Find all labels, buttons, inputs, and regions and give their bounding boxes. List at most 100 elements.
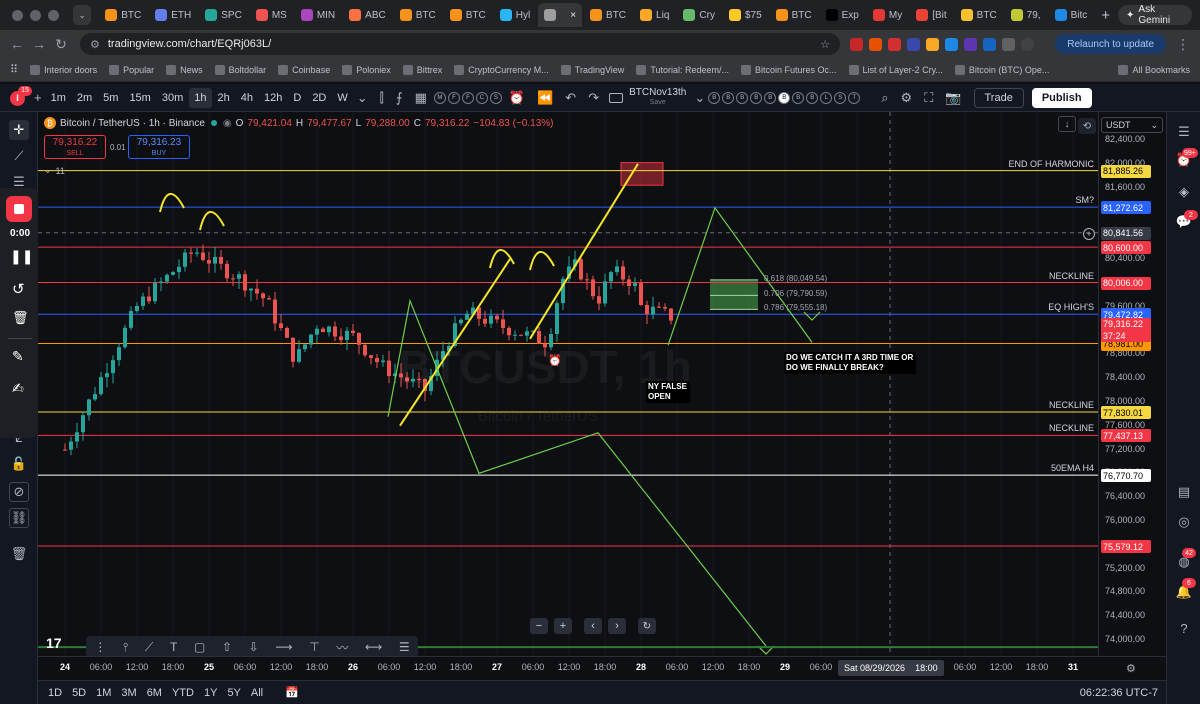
bookmark-item[interactable]: Bitcoin (BTC) Ope... (954, 64, 1049, 75)
path-icon[interactable]: ⟋ (145, 640, 153, 655)
alert-clock-icon[interactable]: ⏰ (509, 90, 525, 106)
browser-tab[interactable]: $75 (723, 3, 768, 27)
indicator-shortcut[interactable]: C (475, 91, 488, 104)
chart-settings-icon[interactable]: ⟲ (1078, 118, 1096, 134)
browser-tab[interactable]: BTC (955, 3, 1003, 27)
extension-icon[interactable] (926, 37, 939, 51)
delete-icon[interactable]: 🗑 (12, 310, 29, 326)
browser-tab[interactable]: SPC (199, 3, 248, 27)
relaunch-button[interactable]: Relaunch to update (1055, 34, 1166, 54)
hide-drawings-icon[interactable]: ⊘ (9, 482, 29, 502)
indicator-shortcut[interactable]: F (447, 91, 460, 104)
symbol-shortcut[interactable]: B (806, 91, 819, 104)
arrow-down-icon[interactable]: ⇩ (249, 640, 259, 654)
symbol-shortcut[interactable]: B (792, 91, 805, 104)
trend-line[interactable] (529, 163, 639, 340)
range-1Y[interactable]: 1Y (204, 687, 217, 699)
arc-drawing[interactable] (159, 193, 185, 213)
layers-icon[interactable]: ◈ (1174, 182, 1194, 202)
browser-tab[interactable]: 79, (1005, 3, 1047, 27)
redo-icon[interactable]: ↷ (588, 90, 599, 106)
indicators-icon[interactable]: ⨍ (396, 90, 403, 106)
browser-tab[interactable]: Exp (820, 3, 865, 27)
timeframe-4h[interactable]: 4h (236, 88, 258, 108)
browser-tab[interactable]: ETH (149, 3, 197, 27)
range-6M[interactable]: 6M (147, 687, 162, 699)
symbol-shortcut[interactable]: L (820, 91, 833, 104)
window-controls[interactable] (12, 9, 59, 21)
browser-tab[interactable]: Cry (677, 3, 721, 27)
sell-button[interactable]: 79,316.22 SELL (44, 135, 106, 159)
timeframe-1m[interactable]: 1m (46, 88, 71, 108)
reset-chart-button[interactable]: ↻ (638, 618, 656, 634)
bookmark-item[interactable]: Coinbase (278, 64, 330, 75)
more-tools-icon[interactable]: ☰ (399, 640, 410, 654)
timeframe-D[interactable]: D (288, 88, 306, 108)
watchlist-icon[interactable]: ☰ (1174, 122, 1194, 142)
symbol-shortcut[interactable]: B (764, 91, 777, 104)
reload-icon[interactable]: ↻ (50, 36, 72, 53)
arc-drawing[interactable] (199, 211, 225, 231)
bookmark-star-icon[interactable]: ☆ (820, 38, 830, 51)
extension-icon[interactable] (888, 37, 901, 51)
browser-tab[interactable]: My (867, 3, 908, 27)
close-icon[interactable]: × (570, 10, 576, 21)
scroll-left-button[interactable]: ‹ (584, 618, 602, 634)
horizontal-ray-icon[interactable]: ⟶ (275, 640, 292, 654)
symbol-shortcut[interactable]: B (778, 91, 791, 104)
alerts-icon[interactable]: ⏰ 99+ (1174, 148, 1198, 170)
extension-icon[interactable] (869, 37, 882, 51)
apps-grid-icon[interactable]: ⠿ (10, 63, 18, 76)
bookmark-item[interactable]: Boltdollar (214, 64, 266, 75)
help-icon[interactable]: ? (1174, 618, 1194, 638)
time-settings-icon[interactable]: ⚙ (1126, 662, 1136, 675)
cross-line-icon[interactable]: ⊤ (309, 640, 319, 654)
timeframe-2m[interactable]: 2m (72, 88, 97, 108)
puzzle-icon[interactable] (1002, 37, 1015, 51)
bookmark-item[interactable]: CryptoCurrency M... (454, 64, 549, 75)
alarm-icon[interactable]: ⏰ (548, 354, 562, 367)
arc-drawing[interactable] (529, 251, 555, 271)
ruler-icon[interactable]: ⟷ (365, 640, 382, 654)
templates-icon[interactable]: ▦ (415, 90, 427, 106)
replay-icon[interactable]: ⏪ (537, 90, 553, 106)
eye-icon[interactable]: ◉ (223, 118, 232, 129)
calendar-icon[interactable]: ▤ (1174, 482, 1194, 502)
ask-gemini-button[interactable]: ✦ Ask Gemini (1118, 4, 1192, 26)
stream-icon[interactable]: ◍ 42 (1174, 548, 1196, 572)
forward-icon[interactable]: → (28, 36, 50, 52)
notifications-icon[interactable]: 🔔 6 (1174, 578, 1196, 602)
timeframe-30m[interactable]: 30m (157, 88, 188, 108)
symbol-shortcut[interactable]: B (750, 91, 763, 104)
timeframe-2h[interactable]: 2h (213, 88, 235, 108)
bookmark-item[interactable]: Poloniex (342, 64, 391, 75)
symbol-name[interactable]: Bitcoin / TetherUS · 1h · Binance (60, 118, 205, 129)
symbol-shortcut[interactable]: B (736, 91, 749, 104)
bookmark-item[interactable]: Bitcoin Futures Oc... (741, 64, 837, 75)
chart-legend[interactable]: ₿ Bitcoin / TetherUS · 1h · Binance ◉ O7… (44, 117, 554, 129)
browser-tab[interactable]: BTC (99, 3, 147, 27)
arrow-up-icon[interactable]: ⇧ (222, 640, 232, 654)
back-icon[interactable]: ← (6, 36, 28, 52)
question-annotation[interactable]: DO WE CATCH IT A 3RD TIME OR DO WE FINAL… (784, 352, 916, 374)
undo-icon[interactable]: ↶ (565, 90, 576, 106)
quick-search-icon[interactable]: ⌕ (881, 90, 888, 106)
browser-tab[interactable]: Hyl (494, 3, 536, 27)
timeframe-2D[interactable]: 2D (307, 88, 331, 108)
timeframe-12h[interactable]: 12h (259, 88, 287, 108)
bookmark-item[interactable]: Popular (109, 64, 154, 75)
extension-icon[interactable] (964, 37, 977, 51)
indicator-shortcut[interactable]: F (461, 91, 474, 104)
date-range-icon[interactable]: 📅 (285, 686, 299, 699)
symbol-shortcut[interactable]: S (834, 91, 847, 104)
range-5D[interactable]: 5D (72, 687, 86, 699)
browser-tab[interactable]: BTC (394, 3, 442, 27)
fullscreen-icon[interactable]: ⛶ (924, 90, 933, 106)
indicator-shortcut[interactable]: M (433, 91, 446, 104)
pause-icon[interactable]: ❚❚ (10, 248, 33, 265)
site-info-icon[interactable]: ⚙ (90, 38, 100, 51)
pen-icon[interactable]: ✎ (12, 348, 24, 365)
scroll-down-icon[interactable]: ↓ (1058, 116, 1076, 132)
browser-tab[interactable]: [Bit (910, 3, 952, 27)
wave-icon[interactable]: 〰 (336, 639, 348, 656)
